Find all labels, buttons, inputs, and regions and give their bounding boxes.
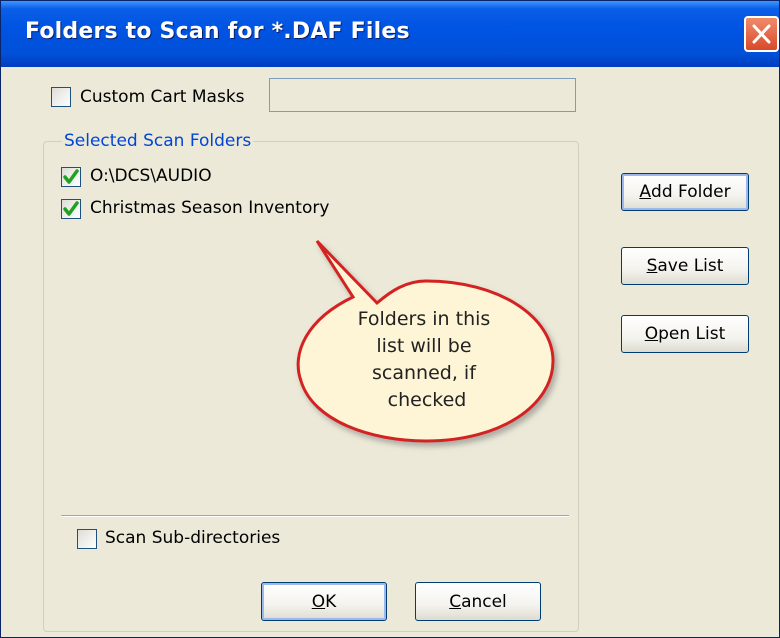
callout-bubble: Folders in this list will be scanned, if…: [296, 239, 555, 443]
dialog-window: Folders to Scan for *.DAF Files Custom C…: [0, 0, 780, 638]
callout-line: Folders in this: [358, 308, 491, 330]
callout-line: list will be: [376, 335, 471, 357]
callout-line: checked: [388, 389, 467, 411]
callout-line: scanned, if: [372, 362, 477, 384]
